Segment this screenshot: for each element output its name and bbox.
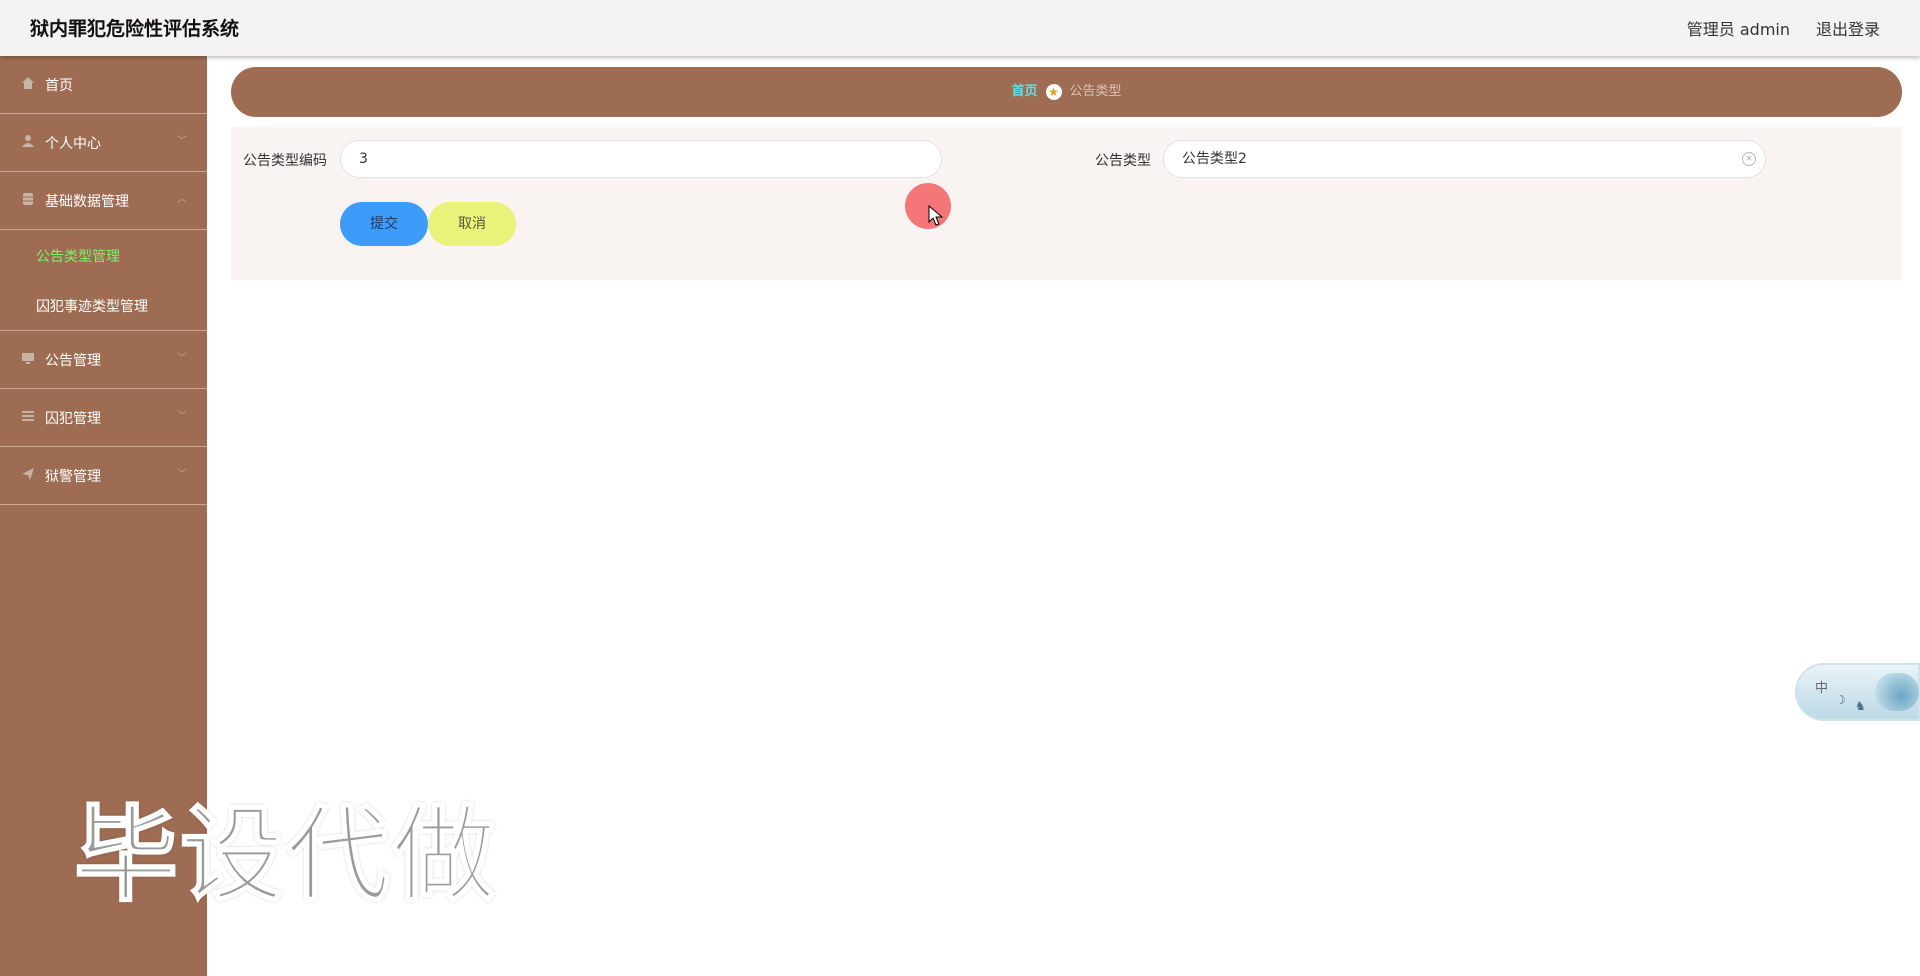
monitor-icon — [20, 351, 36, 367]
chevron-down-icon: ﹀ — [177, 136, 187, 147]
sidebar-item-guards[interactable]: 狱警管理 ﹀ — [0, 447, 207, 505]
sidebar-item-prisoners[interactable]: 囚犯管理 ﹀ — [0, 389, 207, 447]
chevron-down-icon: ﹀ — [177, 469, 187, 480]
breadcrumb: 首页 ★ 公告类型 — [231, 67, 1902, 117]
sidebar-item-notices[interactable]: 公告管理 ﹀ — [0, 331, 207, 389]
code-input[interactable]: 3 — [340, 140, 942, 178]
cancel-button[interactable]: 取消 — [428, 202, 516, 246]
form-panel: 公告类型编码 3 公告类型 公告类型2 × 提交 取消 — [231, 127, 1902, 280]
logout-link[interactable]: 退出登录 — [1816, 16, 1880, 40]
home-icon — [20, 76, 36, 92]
clear-icon[interactable]: × — [1742, 152, 1756, 166]
app-title: 狱内罪犯危险性评估系统 — [30, 18, 240, 40]
chevron-down-icon: ﹀ — [177, 353, 187, 364]
list-icon — [20, 409, 36, 425]
shirt-icon: ♞ — [1855, 699, 1866, 713]
code-label: 公告类型编码 — [243, 153, 327, 169]
database-icon — [20, 192, 36, 208]
top-header: 狱内罪犯危险性评估系统 管理员 admin 退出登录 — [0, 0, 1920, 56]
sidebar-item-notice-type[interactable]: 公告类型管理 — [0, 230, 207, 280]
floating-widget[interactable]: 中 ☽ ♞ — [1795, 663, 1920, 721]
submenu-basic-data: 公告类型管理 囚犯事迹类型管理 — [0, 230, 207, 331]
sidebar-subitem-label: 囚犯事迹类型管理 — [36, 299, 148, 315]
type-input[interactable]: 公告类型2 — [1163, 140, 1766, 178]
sidebar-item-label: 首页 — [45, 78, 73, 94]
sidebar-item-label: 基础数据管理 — [45, 194, 129, 210]
star-icon: ★ — [1045, 83, 1062, 100]
sidebar-item-label: 囚犯管理 — [45, 411, 101, 427]
sidebar-item-prisoner-deed-type[interactable]: 囚犯事迹类型管理 — [0, 280, 207, 330]
scene-icon — [1875, 673, 1919, 711]
moon-icon: ☽ — [1835, 693, 1846, 707]
send-icon — [20, 467, 36, 483]
sidebar-item-profile[interactable]: 个人中心 ﹀ — [0, 114, 207, 172]
watermark-text: 毕设代做 — [73, 794, 499, 916]
mouse-cursor-icon — [928, 204, 944, 227]
user-info: 管理员 admin — [1686, 20, 1790, 39]
submit-button[interactable]: 提交 — [340, 202, 428, 246]
type-label: 公告类型 — [1095, 153, 1151, 169]
chevron-down-icon: ﹀ — [177, 411, 187, 422]
chevron-up-icon: ︿ — [177, 194, 187, 205]
sidebar-item-basic-data[interactable]: 基础数据管理 ︿ — [0, 172, 207, 230]
sidebar-item-label: 公告管理 — [45, 353, 101, 369]
breadcrumb-current: 公告类型 — [1069, 84, 1122, 99]
breadcrumb-home[interactable]: 首页 — [1011, 84, 1037, 99]
language-toggle[interactable]: 中 — [1815, 677, 1828, 696]
sidebar-subitem-label: 公告类型管理 — [36, 249, 120, 265]
sidebar-item-label: 个人中心 — [45, 136, 101, 152]
sidebar-item-home[interactable]: 首页 — [0, 56, 207, 114]
user-icon — [20, 134, 36, 150]
sidebar-item-label: 狱警管理 — [45, 469, 101, 485]
